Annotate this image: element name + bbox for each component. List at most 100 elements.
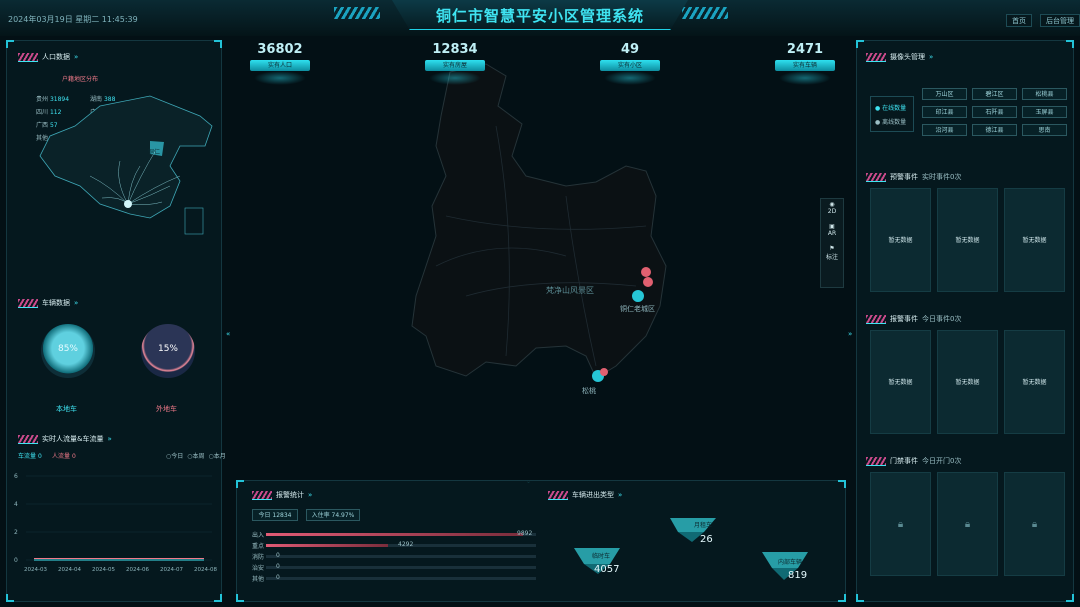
stat-card: 12834 实有房屋 xyxy=(425,42,485,85)
header-stripes-left xyxy=(334,7,380,19)
region-label: 梵净山风景区 xyxy=(546,285,594,295)
y-tick-label: 2 xyxy=(14,529,18,536)
event-card[interactable]: 暂无数据 xyxy=(870,330,931,434)
district-button[interactable]: 印江县 xyxy=(922,106,967,118)
alarm-label: 重点 xyxy=(252,543,265,550)
event-card-text: 暂无数据 xyxy=(1022,237,1047,244)
stat-card: 36802 实有人口 xyxy=(250,42,310,85)
people-subtitle: 户籍地区分布 xyxy=(62,76,99,83)
admin-button[interactable]: 后台管理 xyxy=(1040,14,1080,27)
stat-value: 36802 xyxy=(257,42,303,57)
district-button[interactable]: 松桃县 xyxy=(1022,88,1067,100)
event-card[interactable]: 🔒︎ xyxy=(937,472,998,576)
x-tick-label: 2024-07 xyxy=(160,567,183,573)
district-button[interactable]: 德江县 xyxy=(972,124,1017,136)
district-button[interactable]: 万山区 xyxy=(922,88,967,100)
stat-glow xyxy=(429,71,481,85)
period-toggle[interactable]: ○今日 ○本周 ○本月 xyxy=(166,451,226,460)
y-tick-label: 6 xyxy=(14,473,18,480)
alarm-value: 0 xyxy=(276,552,280,559)
map-toolbox: ◉ 2D ▣ AR ⚑ 标注 xyxy=(820,198,844,288)
legend-car-flow: 车流量 0 xyxy=(18,453,42,460)
trend-section-title: 实时人流量&车流量» xyxy=(18,432,112,446)
alarm-bar-fill xyxy=(266,544,388,547)
stat-value: 49 xyxy=(620,42,640,57)
vehicle-type-label: 内部车辆 xyxy=(778,558,802,566)
x-tick-label: 2024-03 xyxy=(24,567,47,573)
event-card[interactable]: 暂无数据 xyxy=(937,330,998,434)
stat-value: 2471 xyxy=(786,42,824,57)
alarm-bar-track xyxy=(266,566,536,569)
foreign-car-pct: 15% xyxy=(157,344,178,354)
alert-pin-icon[interactable] xyxy=(600,368,608,376)
lock-icon: 🔒︎ xyxy=(897,519,904,530)
event-card-text: 暂无数据 xyxy=(888,379,913,386)
header-stripes-right xyxy=(682,7,728,19)
foreign-car-label: 外地车 xyxy=(156,405,177,413)
event-card-text: 暂无数据 xyxy=(955,237,980,244)
vehicles-section-title: 车辆数据» xyxy=(18,296,78,310)
alarm-value: 9892 xyxy=(517,530,533,537)
camera-tool[interactable]: ◉ 2D xyxy=(821,199,843,221)
flag-icon: ⚑ xyxy=(829,245,835,252)
x-tick-label: 2024-04 xyxy=(58,567,81,573)
event-section-title: 报警事件 今日事件0次 xyxy=(866,312,961,326)
vehicle-type-label: 月租车 xyxy=(694,521,712,529)
period-option[interactable]: ○今日 xyxy=(166,451,183,460)
alarm-label: 消防 xyxy=(252,554,265,561)
stat-label: 实有小区 xyxy=(600,60,660,71)
trend-line-chart: 6 4 2 0 2024-03 2024-04 2024-05 2024-06 2024-07 2… xyxy=(14,473,217,573)
district-button[interactable]: 沿河县 xyxy=(922,124,967,136)
alarm-value: 0 xyxy=(276,574,280,581)
alarm-bar-track xyxy=(266,577,536,580)
alert-pin-icon[interactable] xyxy=(641,267,651,277)
flag-tool[interactable]: ⚑ 标注 xyxy=(821,243,843,265)
district-button[interactable]: 石阡县 xyxy=(972,106,1017,118)
district-button[interactable]: 思南 xyxy=(1022,124,1067,136)
home-button[interactable]: 首页 xyxy=(1006,14,1032,27)
camera-icon: ◉ xyxy=(829,201,835,208)
vehicle-type-section-title: 车辆进出类型» xyxy=(548,488,622,502)
alarm-bar-track xyxy=(266,555,536,558)
event-card[interactable]: 🔒︎ xyxy=(1004,472,1065,576)
collapse-right-icon[interactable]: » xyxy=(848,330,852,338)
camera-section-title: 摄像头管理» xyxy=(866,50,933,64)
section-stripe-icon xyxy=(866,52,886,62)
vehicle-type-3d-chart: 月租车 26 临时车 4057 内部车辆 819 xyxy=(574,518,808,581)
local-car-label: 本地车 xyxy=(56,405,77,413)
vehicle-type-value: 4057 xyxy=(594,564,619,575)
city-map[interactable]: 梵净山风景区 铜仁老城区 松桃 xyxy=(236,36,848,476)
stat-label: 实有人口 xyxy=(250,60,310,71)
collapse-left-icon[interactable]: « xyxy=(226,330,230,338)
alarm-bar-fill xyxy=(266,533,523,536)
stat-glow xyxy=(779,71,831,85)
stat-card: 49 实有小区 xyxy=(600,42,660,85)
event-card[interactable]: 暂无数据 xyxy=(937,188,998,292)
event-card[interactable]: 暂无数据 xyxy=(1004,188,1065,292)
event-card[interactable]: 暂无数据 xyxy=(1004,330,1065,434)
ar-tool[interactable]: ▣ AR xyxy=(821,221,843,243)
period-option[interactable]: ○本周 xyxy=(187,451,204,460)
vehicle-type-value: 26 xyxy=(700,534,713,545)
section-stripe-icon xyxy=(18,298,38,308)
event-card[interactable]: 暂无数据 xyxy=(870,188,931,292)
y-tick-label: 0 xyxy=(14,557,18,564)
y-tick-label: 4 xyxy=(14,501,18,508)
x-tick-label: 2024-06 xyxy=(126,567,149,573)
section-stripe-icon xyxy=(18,52,38,62)
period-option[interactable]: ○本月 xyxy=(209,451,226,460)
rate-chip[interactable]: 入住率 74.97% xyxy=(306,509,360,521)
location-pin-icon[interactable] xyxy=(632,290,644,302)
datetime: 2024年03月19日 星期二 11:45:39 xyxy=(8,15,138,24)
event-card[interactable]: 🔒︎ xyxy=(870,472,931,576)
ar-icon: ▣ xyxy=(829,223,835,230)
marker-label: 松桃 xyxy=(582,386,596,395)
alert-pin-icon[interactable] xyxy=(643,277,653,287)
legend-people-flow: 人流量 0 xyxy=(52,453,76,460)
district-button[interactable]: 玉屏县 xyxy=(1022,106,1067,118)
event-card-text: 暂无数据 xyxy=(955,379,980,386)
total-chip[interactable]: 今日 12834 xyxy=(252,509,298,521)
stat-glow xyxy=(254,71,306,85)
district-button[interactable]: 碧江区 xyxy=(972,88,1017,100)
alarm-label: 治安 xyxy=(252,565,265,572)
